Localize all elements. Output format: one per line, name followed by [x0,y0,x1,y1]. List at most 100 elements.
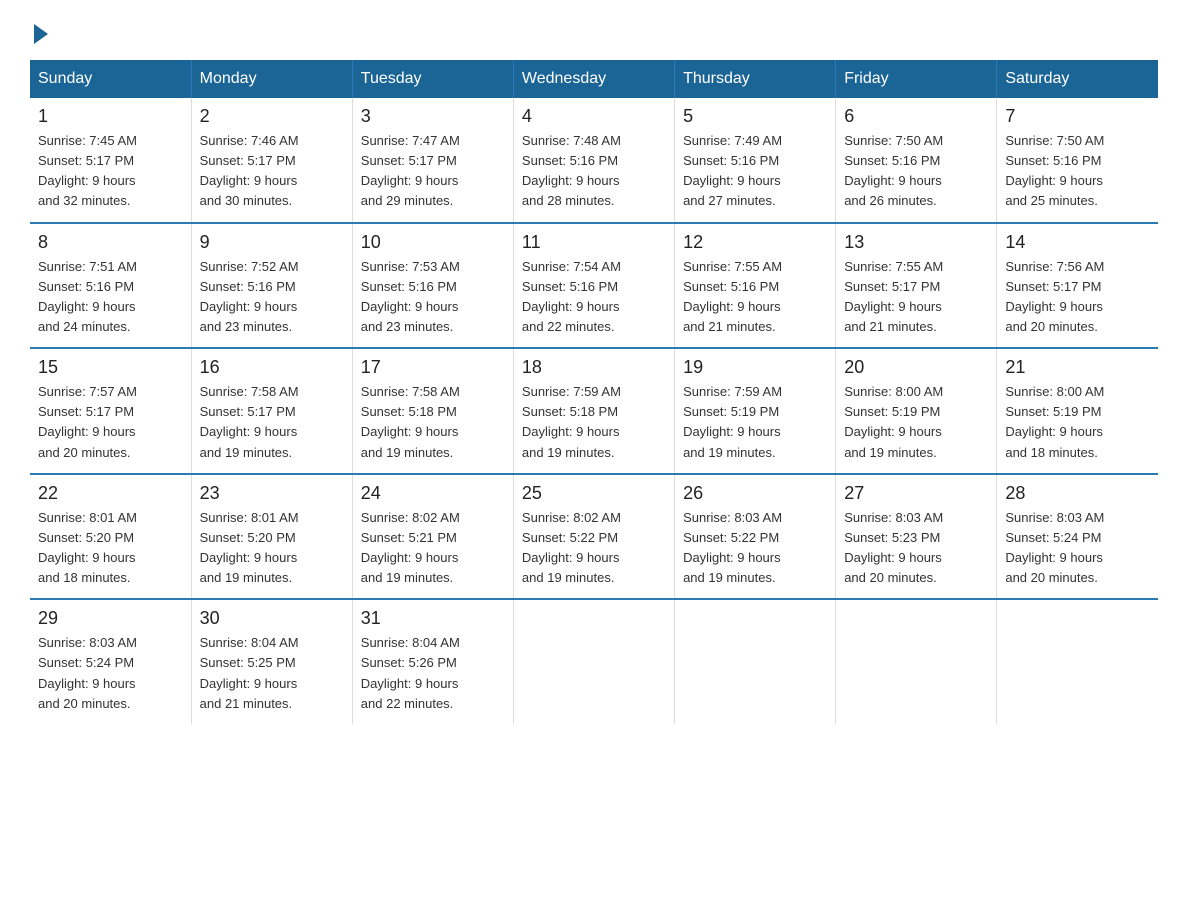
calendar-cell: 5 Sunrise: 7:49 AMSunset: 5:16 PMDayligh… [675,98,836,223]
day-info: Sunrise: 7:55 AMSunset: 5:17 PMDaylight:… [844,257,988,338]
day-number: 19 [683,357,827,378]
day-info: Sunrise: 7:49 AMSunset: 5:16 PMDaylight:… [683,131,827,212]
day-number: 3 [361,106,505,127]
day-info: Sunrise: 7:59 AMSunset: 5:18 PMDaylight:… [522,382,666,463]
calendar-cell: 1 Sunrise: 7:45 AMSunset: 5:17 PMDayligh… [30,98,191,223]
day-number: 2 [200,106,344,127]
day-number: 5 [683,106,827,127]
calendar-cell: 3 Sunrise: 7:47 AMSunset: 5:17 PMDayligh… [352,98,513,223]
day-number: 9 [200,232,344,253]
calendar-cell: 17 Sunrise: 7:58 AMSunset: 5:18 PMDaylig… [352,348,513,474]
day-number: 25 [522,483,666,504]
calendar-cell: 29 Sunrise: 8:03 AMSunset: 5:24 PMDaylig… [30,599,191,724]
day-info: Sunrise: 7:51 AMSunset: 5:16 PMDaylight:… [38,257,183,338]
calendar-cell: 12 Sunrise: 7:55 AMSunset: 5:16 PMDaylig… [675,223,836,349]
calendar-cell: 31 Sunrise: 8:04 AMSunset: 5:26 PMDaylig… [352,599,513,724]
day-number: 26 [683,483,827,504]
day-number: 15 [38,357,183,378]
calendar-cell: 13 Sunrise: 7:55 AMSunset: 5:17 PMDaylig… [836,223,997,349]
calendar-week-row: 29 Sunrise: 8:03 AMSunset: 5:24 PMDaylig… [30,599,1158,724]
day-info: Sunrise: 8:03 AMSunset: 5:24 PMDaylight:… [1005,508,1150,589]
day-number: 13 [844,232,988,253]
calendar-cell: 26 Sunrise: 8:03 AMSunset: 5:22 PMDaylig… [675,474,836,600]
day-info: Sunrise: 8:04 AMSunset: 5:25 PMDaylight:… [200,633,344,714]
calendar-week-row: 22 Sunrise: 8:01 AMSunset: 5:20 PMDaylig… [30,474,1158,600]
day-info: Sunrise: 7:48 AMSunset: 5:16 PMDaylight:… [522,131,666,212]
calendar-cell: 2 Sunrise: 7:46 AMSunset: 5:17 PMDayligh… [191,98,352,223]
day-number: 24 [361,483,505,504]
calendar-cell: 11 Sunrise: 7:54 AMSunset: 5:16 PMDaylig… [513,223,674,349]
day-info: Sunrise: 8:01 AMSunset: 5:20 PMDaylight:… [38,508,183,589]
day-info: Sunrise: 8:03 AMSunset: 5:23 PMDaylight:… [844,508,988,589]
day-number: 20 [844,357,988,378]
page-header [30,20,1158,40]
calendar-week-row: 8 Sunrise: 7:51 AMSunset: 5:16 PMDayligh… [30,223,1158,349]
day-number: 21 [1005,357,1150,378]
calendar-cell [675,599,836,724]
calendar-cell: 19 Sunrise: 7:59 AMSunset: 5:19 PMDaylig… [675,348,836,474]
day-info: Sunrise: 7:58 AMSunset: 5:18 PMDaylight:… [361,382,505,463]
day-number: 30 [200,608,344,629]
calendar-cell: 30 Sunrise: 8:04 AMSunset: 5:25 PMDaylig… [191,599,352,724]
day-info: Sunrise: 8:02 AMSunset: 5:22 PMDaylight:… [522,508,666,589]
day-info: Sunrise: 8:02 AMSunset: 5:21 PMDaylight:… [361,508,505,589]
logo [30,20,48,40]
day-info: Sunrise: 7:50 AMSunset: 5:16 PMDaylight:… [844,131,988,212]
calendar-cell: 24 Sunrise: 8:02 AMSunset: 5:21 PMDaylig… [352,474,513,600]
day-number: 28 [1005,483,1150,504]
calendar-cell: 9 Sunrise: 7:52 AMSunset: 5:16 PMDayligh… [191,223,352,349]
day-info: Sunrise: 8:03 AMSunset: 5:24 PMDaylight:… [38,633,183,714]
day-number: 6 [844,106,988,127]
day-info: Sunrise: 8:01 AMSunset: 5:20 PMDaylight:… [200,508,344,589]
calendar-cell: 10 Sunrise: 7:53 AMSunset: 5:16 PMDaylig… [352,223,513,349]
day-number: 14 [1005,232,1150,253]
day-info: Sunrise: 7:57 AMSunset: 5:17 PMDaylight:… [38,382,183,463]
weekday-header-tuesday: Tuesday [352,60,513,98]
day-info: Sunrise: 7:53 AMSunset: 5:16 PMDaylight:… [361,257,505,338]
calendar-table: SundayMondayTuesdayWednesdayThursdayFrid… [30,60,1158,724]
calendar-week-row: 1 Sunrise: 7:45 AMSunset: 5:17 PMDayligh… [30,98,1158,223]
day-number: 1 [38,106,183,127]
day-number: 31 [361,608,505,629]
calendar-cell: 16 Sunrise: 7:58 AMSunset: 5:17 PMDaylig… [191,348,352,474]
day-info: Sunrise: 7:56 AMSunset: 5:17 PMDaylight:… [1005,257,1150,338]
day-number: 18 [522,357,666,378]
day-number: 7 [1005,106,1150,127]
weekday-header-monday: Monday [191,60,352,98]
calendar-cell: 27 Sunrise: 8:03 AMSunset: 5:23 PMDaylig… [836,474,997,600]
day-info: Sunrise: 7:58 AMSunset: 5:17 PMDaylight:… [200,382,344,463]
weekday-header-saturday: Saturday [997,60,1158,98]
day-number: 12 [683,232,827,253]
day-info: Sunrise: 8:00 AMSunset: 5:19 PMDaylight:… [1005,382,1150,463]
day-info: Sunrise: 7:55 AMSunset: 5:16 PMDaylight:… [683,257,827,338]
day-number: 10 [361,232,505,253]
logo-arrow-icon [34,24,48,44]
day-number: 17 [361,357,505,378]
day-info: Sunrise: 7:50 AMSunset: 5:16 PMDaylight:… [1005,131,1150,212]
calendar-cell: 7 Sunrise: 7:50 AMSunset: 5:16 PMDayligh… [997,98,1158,223]
day-number: 16 [200,357,344,378]
calendar-cell: 4 Sunrise: 7:48 AMSunset: 5:16 PMDayligh… [513,98,674,223]
day-info: Sunrise: 7:54 AMSunset: 5:16 PMDaylight:… [522,257,666,338]
calendar-cell: 14 Sunrise: 7:56 AMSunset: 5:17 PMDaylig… [997,223,1158,349]
day-info: Sunrise: 8:03 AMSunset: 5:22 PMDaylight:… [683,508,827,589]
calendar-week-row: 15 Sunrise: 7:57 AMSunset: 5:17 PMDaylig… [30,348,1158,474]
calendar-cell [513,599,674,724]
weekday-header-row: SundayMondayTuesdayWednesdayThursdayFrid… [30,60,1158,98]
day-info: Sunrise: 8:00 AMSunset: 5:19 PMDaylight:… [844,382,988,463]
calendar-cell: 22 Sunrise: 8:01 AMSunset: 5:20 PMDaylig… [30,474,191,600]
calendar-cell: 25 Sunrise: 8:02 AMSunset: 5:22 PMDaylig… [513,474,674,600]
calendar-cell: 20 Sunrise: 8:00 AMSunset: 5:19 PMDaylig… [836,348,997,474]
weekday-header-thursday: Thursday [675,60,836,98]
calendar-cell: 23 Sunrise: 8:01 AMSunset: 5:20 PMDaylig… [191,474,352,600]
day-info: Sunrise: 8:04 AMSunset: 5:26 PMDaylight:… [361,633,505,714]
day-info: Sunrise: 7:59 AMSunset: 5:19 PMDaylight:… [683,382,827,463]
calendar-cell: 8 Sunrise: 7:51 AMSunset: 5:16 PMDayligh… [30,223,191,349]
day-number: 22 [38,483,183,504]
day-number: 4 [522,106,666,127]
weekday-header-sunday: Sunday [30,60,191,98]
day-number: 27 [844,483,988,504]
calendar-cell: 28 Sunrise: 8:03 AMSunset: 5:24 PMDaylig… [997,474,1158,600]
calendar-cell [836,599,997,724]
weekday-header-wednesday: Wednesday [513,60,674,98]
